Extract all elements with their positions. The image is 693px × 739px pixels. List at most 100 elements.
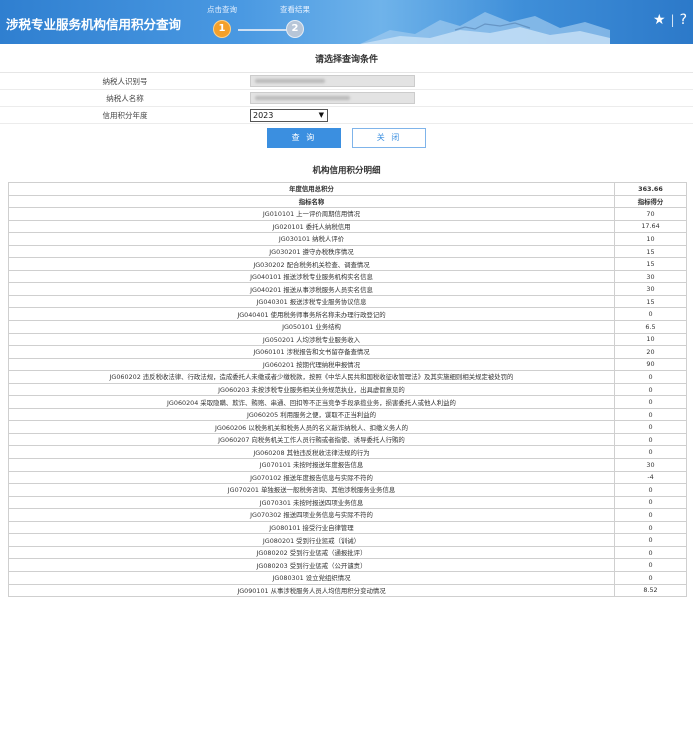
indicator-name: JG050101 业务结构 bbox=[8, 320, 615, 334]
indicator-name: JG060206 以税务机关和税务人员的名义敲诈纳税人、扣缴义务人的 bbox=[8, 420, 615, 434]
taxpayer-name-input[interactable] bbox=[250, 92, 415, 104]
query-button[interactable]: 查 询 bbox=[266, 128, 341, 148]
indicator-name: JG050201 人均涉税专业服务收入 bbox=[8, 332, 615, 347]
indicator-score: 70 bbox=[614, 207, 687, 221]
indicator-name: JG060203 未按涉税专业服务相关业务规范执业，出具虚假意见的 bbox=[8, 382, 615, 397]
table-row: JG090101 从事涉税服务人员人均信用积分变动情况 8.52 bbox=[8, 583, 687, 598]
indicator-name: JG080101 接受行业自律管理 bbox=[8, 520, 615, 535]
form-row-taxpayer-name: 纳税人名称 bbox=[0, 90, 693, 107]
table-row: JG060208 其他违反税收法律法规的行为 0 bbox=[8, 445, 687, 460]
column-header-score: 指标得分 bbox=[614, 194, 687, 209]
table-row: JG060203 未按涉税专业服务相关业务规范执业，出具虚假意见的 0 bbox=[8, 382, 687, 397]
taxpayer-name-label: 纳税人名称 bbox=[106, 93, 144, 103]
indicator-score: 0 bbox=[614, 445, 687, 460]
table-row: JG040101 报送涉税专业服务机构实名信息 30 bbox=[8, 269, 687, 284]
indicator-name: JG060208 其他违反税收法律法规的行为 bbox=[8, 445, 615, 460]
indicator-name: JG060101 涉税报告和文书留存备查情况 bbox=[8, 345, 615, 359]
indicator-score: 30 bbox=[614, 269, 687, 284]
button-bar: 查 询 关 闭 bbox=[0, 128, 693, 148]
table-row: JG020101 委托人纳税信用 17.64 bbox=[8, 219, 687, 234]
app-title: 涉税专业服务机构信用积分查询 bbox=[6, 17, 182, 32]
indicator-score: 10 bbox=[614, 332, 687, 347]
query-form: 纳税人识别号 纳税人名称 信用积分年度 2023 ▼ bbox=[0, 72, 693, 124]
page-header: 涉税专业服务机构信用积分查询 点击查询 1 查看结果 2 ★ |? bbox=[0, 0, 693, 44]
indicator-name: JG060201 按期代理纳税申报情况 bbox=[8, 357, 615, 372]
step-2-label: 查看结果 bbox=[280, 5, 310, 14]
indicator-name: JG080201 受到行业惩戒（训诫） bbox=[8, 533, 615, 547]
credit-year-value: 2023 bbox=[253, 110, 274, 120]
indicator-score: 0 bbox=[614, 382, 687, 397]
table-row: JG070301 未按时报送四项业务信息 0 bbox=[8, 495, 687, 510]
indicator-name: JG070302 报送四项业务信息与实际不符的 bbox=[8, 508, 615, 522]
help-icon[interactable]: ? bbox=[680, 12, 687, 28]
header-separator: | bbox=[670, 13, 675, 27]
step-1: 点击查询 1 bbox=[192, 0, 252, 38]
indicator-name: JG040101 报送涉税专业服务机构实名信息 bbox=[8, 269, 615, 284]
indicator-score: 0 bbox=[614, 407, 687, 422]
indicator-name: JG070101 未按时报送年度报告信息 bbox=[8, 458, 615, 472]
indicator-score: 0 bbox=[614, 307, 687, 321]
indicator-name: JG040201 报送从事涉税服务人员实名信息 bbox=[8, 282, 615, 296]
indicator-name: JG080301 设立党组织情况 bbox=[8, 570, 615, 585]
indicator-score: 0 bbox=[614, 395, 687, 409]
close-button[interactable]: 关 闭 bbox=[352, 128, 427, 148]
table-row: JG040201 报送从事涉税服务人员实名信息 30 bbox=[8, 282, 687, 296]
table-row: JG010101 上一评价周期信用情况 70 bbox=[8, 207, 687, 221]
indicator-name: JG060202 违反税收法律、行政法规，造成委托人未缴或者少缴税款，按照《中华… bbox=[8, 370, 615, 384]
table-row: JG080202 受到行业惩戒（通报批评） 0 bbox=[8, 545, 687, 560]
indicator-score: 0 bbox=[614, 370, 687, 384]
credit-year-select[interactable]: 2023 ▼ bbox=[250, 108, 328, 122]
indicator-name: JG080203 受到行业惩戒（公开谴责） bbox=[8, 558, 615, 572]
step-1-number: 1 bbox=[213, 20, 231, 38]
table-row: JG070101 未按时报送年度报告信息 30 bbox=[8, 458, 687, 472]
indicator-score: 0 bbox=[614, 545, 687, 560]
taxpayer-id-input[interactable] bbox=[250, 75, 415, 87]
indicator-score: 0 bbox=[614, 520, 687, 535]
great-wall-banner-image bbox=[360, 12, 610, 44]
indicator-name: JG040401 使用税务师事务所名称未办理行政登记的 bbox=[8, 307, 615, 321]
table-row: JG070201 单独报送一般税务咨询、其他涉税服务业务信息 0 bbox=[8, 483, 687, 497]
indicator-name: JG020101 委托人纳税信用 bbox=[8, 219, 615, 234]
indicator-score: -4 bbox=[614, 470, 687, 485]
form-row-taxpayer-id: 纳税人识别号 bbox=[0, 73, 693, 90]
indicator-score: 30 bbox=[614, 282, 687, 296]
step-1-label: 点击查询 bbox=[207, 5, 237, 14]
indicator-score: 0 bbox=[614, 570, 687, 585]
chevron-down-icon: ▼ bbox=[318, 110, 324, 119]
indicator-score: 20 bbox=[614, 345, 687, 359]
taxpayer-id-label: 纳税人识别号 bbox=[102, 76, 148, 86]
indicator-score: 0 bbox=[614, 533, 687, 547]
indicator-score: 0 bbox=[614, 495, 687, 510]
indicator-name: JG030201 遵守办税秩序情况 bbox=[8, 244, 615, 259]
indicator-name: JG070301 未按时报送四项业务信息 bbox=[8, 495, 615, 510]
table-row: JG030201 遵守办税秩序情况 15 bbox=[8, 244, 687, 259]
table-row: JG060202 违反税收法律、行政法规，造成委托人未缴或者少缴税款，按照《中华… bbox=[8, 370, 687, 384]
indicator-score: 0 bbox=[614, 420, 687, 434]
table-header-row: 指标名称 指标得分 bbox=[8, 194, 687, 209]
table-row: JG050101 业务结构 6.5 bbox=[8, 320, 687, 334]
indicator-name: JG080202 受到行业惩戒（通报批评） bbox=[8, 545, 615, 560]
progress-steps: 点击查询 1 查看结果 2 bbox=[200, 0, 330, 44]
indicator-name: JG070201 单独报送一般税务咨询、其他涉税服务业务信息 bbox=[8, 483, 615, 497]
indicator-score: 0 bbox=[614, 508, 687, 522]
step-2: 查看结果 2 bbox=[265, 0, 325, 38]
column-header-name: 指标名称 bbox=[8, 194, 615, 209]
total-value: 363.66 bbox=[614, 182, 687, 196]
indicator-score: 15 bbox=[614, 244, 687, 259]
table-row: JG030101 纳税人评价 10 bbox=[8, 232, 687, 246]
star-icon[interactable]: ★ bbox=[653, 12, 666, 28]
indicator-score: 17.64 bbox=[614, 219, 687, 234]
indicator-score: 0 bbox=[614, 483, 687, 497]
indicator-name: JG060205 利用服务之便，谋取不正当利益的 bbox=[8, 407, 615, 422]
table-row: JG040401 使用税务师事务所名称未办理行政登记的 0 bbox=[8, 307, 687, 321]
detail-title: 机构信用积分明细 bbox=[312, 166, 381, 176]
indicator-name: JG060207 向税务机关工作人员行贿或者指使、诱导委托人行贿的 bbox=[8, 432, 615, 447]
indicator-score: 0 bbox=[614, 432, 687, 447]
table-row: JG060207 向税务机关工作人员行贿或者指使、诱导委托人行贿的 0 bbox=[8, 432, 687, 447]
table-row: JG070102 报送年度报告信息与实际不符的 -4 bbox=[8, 470, 687, 485]
indicator-name: JG030101 纳税人评价 bbox=[8, 232, 615, 246]
condition-title: 请选择查询条件 bbox=[314, 55, 378, 65]
header-icons: ★ |? bbox=[653, 12, 687, 28]
table-row: JG030202 配合税务机关检查、调查情况 15 bbox=[8, 257, 687, 271]
indicator-name: JG030202 配合税务机关检查、调查情况 bbox=[8, 257, 615, 271]
